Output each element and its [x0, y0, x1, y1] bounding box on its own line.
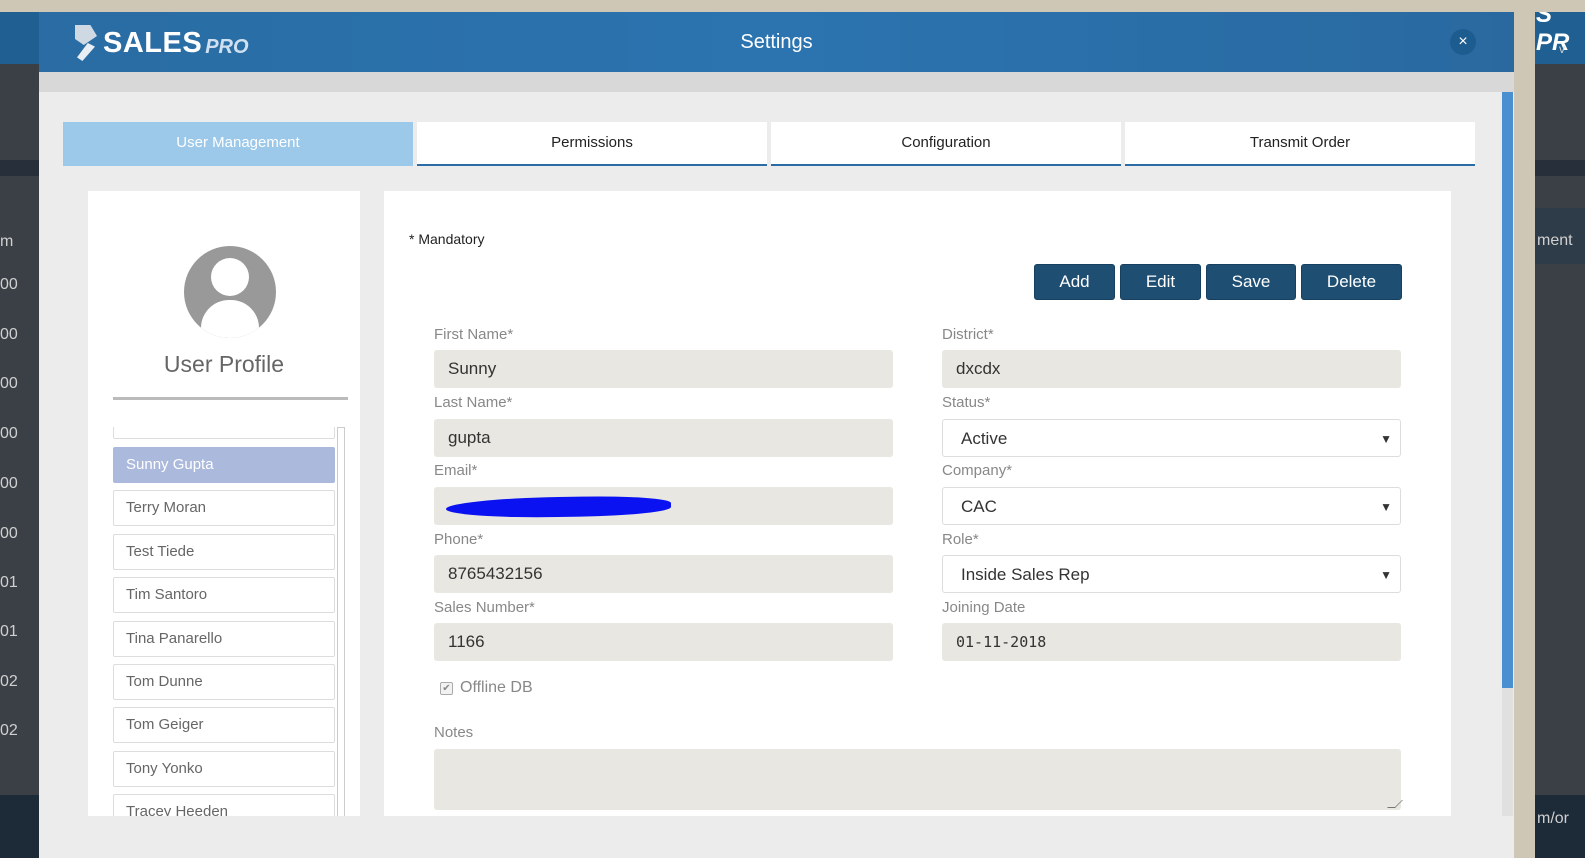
district-field[interactable]: dxcdx	[942, 350, 1401, 388]
save-button[interactable]: Save	[1206, 264, 1296, 300]
last-name-label: Last Name*	[434, 394, 513, 411]
background-text: 00	[0, 375, 18, 392]
user-item-tina-panarello[interactable]: Tina Panarello	[113, 620, 335, 657]
settings-tabs: User Management Permissions Configuratio…	[63, 122, 1479, 166]
joining-date-label: Joining Date	[942, 599, 1026, 616]
email-field[interactable]	[434, 487, 893, 525]
profile-title: User Profile	[163, 351, 285, 377]
notes-label: Notes	[434, 724, 474, 741]
sales-number-label: Sales Number*	[434, 599, 535, 616]
company-select[interactable]: CAC ▼	[942, 487, 1401, 525]
background-header-bar	[0, 12, 40, 64]
tab-transmit-order[interactable]: Transmit Order	[1125, 122, 1475, 166]
joining-date-field[interactable]: 01-11-2018	[942, 623, 1401, 661]
background-text: 01	[0, 574, 18, 591]
modal-footer-area	[39, 816, 1514, 858]
status-label: Status*	[942, 394, 991, 411]
background-text: 01	[0, 623, 18, 640]
user-item-test-tiede[interactable]: Test Tiede	[113, 533, 335, 570]
header-divider	[39, 72, 1514, 92]
user-form-panel: * Mandatory Add Edit Save Delete First N…	[384, 191, 1451, 831]
role-label: Role*	[942, 531, 979, 548]
offline-db-checkbox[interactable]: ✔ Offline DB	[440, 679, 533, 697]
edit-button[interactable]: Edit	[1120, 264, 1201, 300]
user-list-scrollbar[interactable]	[337, 427, 345, 831]
email-label: Email*	[434, 462, 478, 479]
background-app-left: m 00 00 00 00 00 00 01 01 02 02	[0, 0, 40, 858]
list-item[interactable]	[113, 427, 335, 439]
background-text: ment	[1537, 232, 1573, 249]
tab-user-management[interactable]: User Management	[63, 122, 413, 166]
chevron-down-icon: ▼	[1380, 568, 1392, 582]
user-profile-panel: User Profile Sunny Gupta Terry Moran Tes…	[88, 191, 360, 831]
offline-db-label: Offline DB	[460, 679, 533, 696]
chevron-down-icon: ▼	[1380, 500, 1392, 514]
user-item-tony-yonko[interactable]: Tony Yonko	[113, 750, 335, 787]
background-app-right: S PR v ment m/or	[1535, 0, 1585, 858]
resize-grip-icon[interactable]	[1387, 800, 1403, 808]
modal-title: Settings	[740, 31, 813, 53]
background-text: m/or	[1537, 810, 1569, 827]
tab-permissions[interactable]: Permissions	[417, 122, 767, 166]
status-select[interactable]: Active ▼	[942, 419, 1401, 457]
company-label: Company*	[942, 462, 1013, 479]
district-label: District*	[942, 326, 994, 343]
profile-divider	[113, 397, 348, 400]
scrollbar-thumb[interactable]	[1502, 92, 1513, 688]
first-name-field[interactable]: Sunny	[434, 350, 893, 388]
form-toolbar: Add Edit Save Delete	[1034, 264, 1407, 300]
status-value: Active	[961, 429, 1008, 448]
background-text: 00	[0, 525, 18, 542]
background-text: 00	[0, 425, 18, 442]
chevron-down-icon: ▼	[1380, 432, 1392, 446]
modal-scrollbar[interactable]	[1502, 92, 1513, 822]
close-icon[interactable]: ×	[1450, 29, 1476, 55]
delete-button[interactable]: Delete	[1301, 264, 1402, 300]
background-strip	[0, 160, 40, 176]
overlay-top-edge	[0, 0, 1585, 12]
user-item-tom-dunne[interactable]: Tom Dunne	[113, 663, 335, 700]
notes-textarea[interactable]	[434, 749, 1403, 810]
background-footer	[0, 795, 40, 858]
background-text: m	[0, 233, 14, 250]
background-text: 00	[0, 276, 18, 293]
user-item-terry-moran[interactable]: Terry Moran	[113, 490, 335, 527]
background-text: 00	[0, 475, 18, 492]
role-value: Inside Sales Rep	[961, 565, 1090, 584]
background-strip	[1535, 160, 1585, 176]
redaction-scribble	[446, 495, 671, 519]
avatar-icon	[184, 246, 276, 338]
tab-configuration[interactable]: Configuration	[771, 122, 1121, 166]
user-item-tom-geiger[interactable]: Tom Geiger	[113, 707, 335, 744]
user-item-tim-santoro[interactable]: Tim Santoro	[113, 577, 335, 614]
mandatory-note: * Mandatory	[409, 231, 485, 247]
modal-header: SALES PRO Settings ×	[39, 12, 1514, 72]
sales-number-field[interactable]: 1166	[434, 623, 893, 661]
add-button[interactable]: Add	[1034, 264, 1115, 300]
role-select[interactable]: Inside Sales Rep ▼	[942, 555, 1401, 593]
last-name-field[interactable]: gupta	[434, 419, 893, 457]
company-value: CAC	[961, 497, 997, 516]
first-name-label: First Name*	[434, 326, 514, 343]
background-text: v	[1559, 42, 1565, 56]
background-text: 02	[0, 722, 18, 739]
background-text: 02	[0, 673, 18, 690]
user-item-sunny-gupta[interactable]: Sunny Gupta	[113, 447, 335, 483]
phone-field[interactable]: 8765432156	[434, 555, 893, 593]
settings-modal: SALES PRO Settings × User Management Per…	[39, 12, 1514, 858]
phone-label: Phone*	[434, 531, 484, 548]
user-list: Sunny Gupta Terry Moran Test Tiede Tim S…	[113, 427, 335, 831]
background-text: 00	[0, 326, 18, 343]
checkbox-checked-icon[interactable]: ✔	[440, 681, 453, 695]
